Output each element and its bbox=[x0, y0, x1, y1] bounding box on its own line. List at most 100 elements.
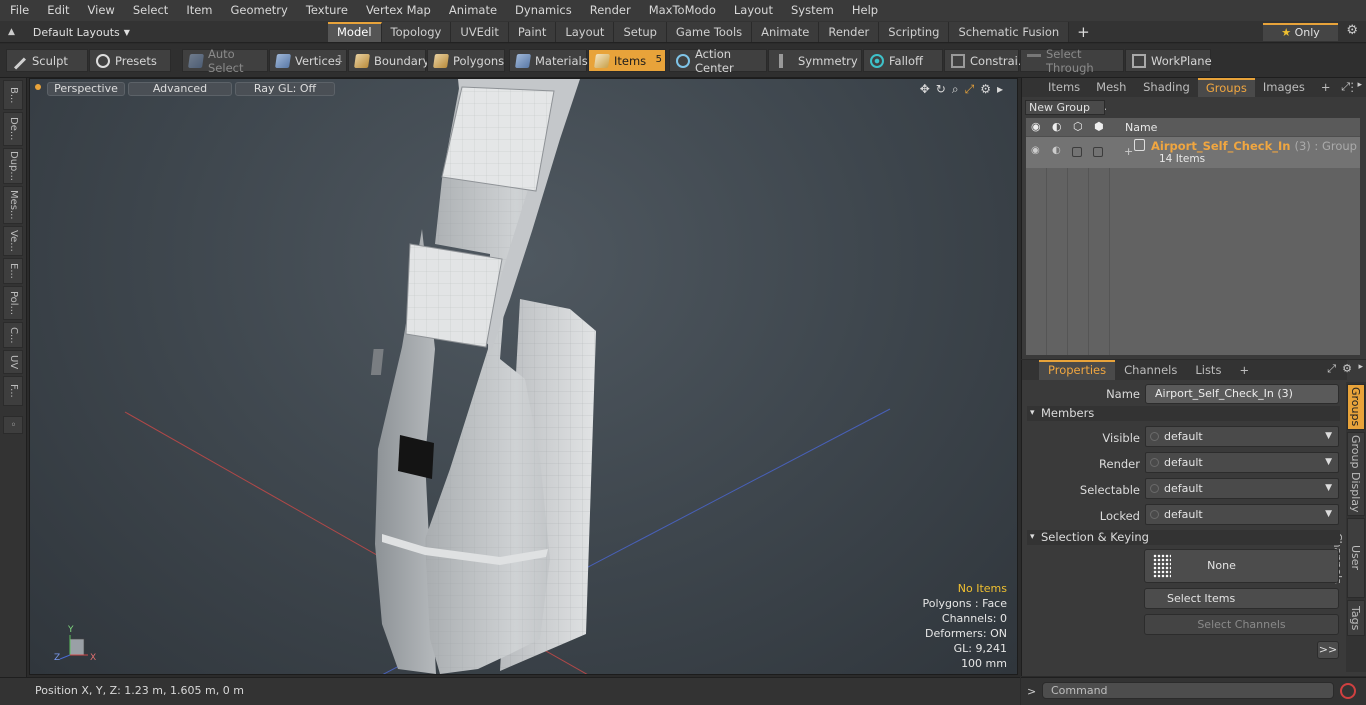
menu-item[interactable]: Item bbox=[176, 0, 220, 21]
side-tab-group-display[interactable]: Group Display bbox=[1347, 432, 1365, 516]
row-selectable-checkbox[interactable] bbox=[1072, 147, 1082, 157]
tab-render[interactable]: Render bbox=[819, 22, 880, 42]
fit-view-icon[interactable]: ⤢ bbox=[965, 82, 975, 97]
more-button[interactable]: >> bbox=[1317, 641, 1339, 659]
left-tab-vertex[interactable]: Ve... bbox=[3, 226, 23, 256]
tab-scripting[interactable]: Scripting bbox=[879, 22, 950, 42]
materials-button[interactable]: Materials bbox=[509, 49, 588, 72]
visibility-eye-icon[interactable]: ◉ bbox=[1031, 120, 1041, 133]
presets-button[interactable]: Presets bbox=[89, 49, 171, 72]
group-row[interactable]: ◉ ◐ + Airport_Self_Check_In (3) : Group … bbox=[1026, 137, 1360, 168]
tab-setup[interactable]: Setup bbox=[614, 22, 667, 42]
tab-images[interactable]: Images bbox=[1255, 78, 1313, 97]
zoom-view-icon[interactable]: ⌕ bbox=[952, 82, 959, 97]
left-tab-polygon[interactable]: Pol... bbox=[3, 286, 23, 320]
vertices-button[interactable]: Vertices 1 bbox=[269, 49, 347, 72]
boundary-button[interactable]: Boundary bbox=[348, 49, 429, 72]
move-view-icon[interactable]: ✥ bbox=[920, 82, 930, 97]
layout-selector[interactable]: ▲ Default Layouts ▼ bbox=[8, 23, 130, 41]
left-tab-uv[interactable]: UV bbox=[3, 350, 23, 374]
expand-group-icon[interactable]: + bbox=[1124, 145, 1133, 158]
left-tab-edge[interactable]: E... bbox=[3, 258, 23, 284]
viewport-more-icon[interactable]: ▸ bbox=[997, 82, 1003, 97]
none-button[interactable]: None bbox=[1144, 549, 1339, 583]
viewport-dot-icon[interactable] bbox=[35, 84, 41, 90]
perspective-button[interactable]: Perspective bbox=[47, 82, 125, 96]
menu-view[interactable]: View bbox=[78, 0, 123, 21]
tab-paint[interactable]: Paint bbox=[508, 22, 557, 42]
menu-layout[interactable]: Layout bbox=[724, 0, 781, 21]
only-toggle[interactable]: ★ Only bbox=[1263, 23, 1338, 41]
select-items-button[interactable]: Select Items bbox=[1144, 588, 1339, 609]
falloff-button[interactable]: Falloff bbox=[863, 49, 943, 72]
expand-panel-icon[interactable]: ⤢ bbox=[1341, 80, 1350, 94]
polygons-button[interactable]: Polygons bbox=[427, 49, 505, 72]
select-channels-button[interactable]: Select Channels bbox=[1144, 614, 1339, 635]
symmetry-button[interactable]: Symmetry bbox=[768, 49, 862, 72]
tab-lists[interactable]: Lists bbox=[1186, 360, 1230, 380]
menu-select[interactable]: Select bbox=[123, 0, 176, 21]
shading-advanced-button[interactable]: Advanced bbox=[128, 82, 232, 96]
gear-icon[interactable]: ⚙ bbox=[1346, 23, 1358, 38]
menu-geometry[interactable]: Geometry bbox=[221, 0, 296, 21]
command-input[interactable]: Command bbox=[1042, 682, 1334, 699]
tab-shading[interactable]: Shading bbox=[1135, 78, 1198, 97]
side-tab-groups[interactable]: Groups bbox=[1347, 384, 1365, 430]
collapse-up-icon[interactable]: ▲ bbox=[8, 27, 15, 37]
action-center-button[interactable]: Action Center bbox=[669, 47, 767, 75]
tab-animate[interactable]: Animate bbox=[752, 22, 820, 42]
record-macro-icon[interactable] bbox=[1340, 683, 1356, 699]
left-tab-basic[interactable]: B... bbox=[3, 80, 23, 110]
tab-channels[interactable]: Channels bbox=[1115, 360, 1186, 380]
menu-system[interactable]: System bbox=[781, 0, 842, 21]
members-section[interactable]: Members bbox=[1027, 406, 1340, 421]
side-tab-tags[interactable]: Tags bbox=[1347, 600, 1365, 636]
row-render-icon[interactable]: ◐ bbox=[1052, 145, 1061, 156]
locked-dropdown[interactable]: default ▼ bbox=[1145, 504, 1339, 525]
menu-maxtomodo[interactable]: MaxToModo bbox=[639, 0, 724, 21]
add-tab-icon[interactable]: + bbox=[1069, 22, 1098, 42]
auto-select-button[interactable]: Auto Select bbox=[182, 47, 268, 75]
visible-dropdown[interactable]: default ▼ bbox=[1145, 426, 1339, 447]
menu-edit[interactable]: Edit bbox=[37, 0, 77, 21]
add-properties-tab-icon[interactable]: + bbox=[1230, 360, 1258, 380]
tab-schematic-fusion[interactable]: Schematic Fusion bbox=[949, 22, 1070, 42]
constraints-button[interactable]: Constrai... bbox=[944, 49, 1029, 72]
rotate-view-icon[interactable]: ↻ bbox=[936, 82, 946, 97]
sculpt-button[interactable]: Sculpt bbox=[6, 49, 88, 72]
left-tab-deform[interactable]: De... bbox=[3, 112, 23, 146]
menu-dynamics[interactable]: Dynamics bbox=[505, 0, 580, 21]
expand-properties-icon[interactable]: ⤢ bbox=[1327, 362, 1336, 376]
tab-groups[interactable]: Groups bbox=[1197, 78, 1255, 97]
raygl-button[interactable]: Ray GL: Off bbox=[235, 82, 335, 96]
left-tab-curve[interactable]: C... bbox=[3, 322, 23, 348]
row-visibility-icon[interactable]: ◉ bbox=[1031, 145, 1040, 156]
name-column-header[interactable]: Name bbox=[1125, 121, 1157, 134]
tab-layout[interactable]: Layout bbox=[556, 22, 615, 42]
tab-topology[interactable]: Topology bbox=[381, 22, 452, 42]
new-group-button[interactable]: New Group bbox=[1025, 100, 1105, 115]
side-tab-user-channels[interactable]: User Channels bbox=[1331, 518, 1365, 598]
tab-items[interactable]: Items bbox=[1040, 78, 1088, 97]
properties-gear-icon[interactable]: ⚙ bbox=[1342, 362, 1352, 375]
render-column-icon[interactable]: ◐ bbox=[1052, 120, 1062, 133]
menu-help[interactable]: Help bbox=[842, 0, 886, 21]
menu-render[interactable]: Render bbox=[580, 0, 639, 21]
tab-mesh[interactable]: Mesh ... bbox=[1088, 78, 1135, 113]
tab-properties[interactable]: Properties bbox=[1039, 360, 1116, 380]
select-column-icon[interactable]: ⬡ bbox=[1073, 120, 1083, 133]
left-tab-mesh-edit[interactable]: Mes... bbox=[3, 186, 23, 224]
selectable-dropdown[interactable]: default ▼ bbox=[1145, 478, 1339, 499]
items-button[interactable]: Items 5 bbox=[588, 49, 666, 72]
menu-animate[interactable]: Animate bbox=[439, 0, 505, 21]
left-tab-fusion[interactable]: F... bbox=[3, 376, 23, 406]
name-field[interactable]: Airport_Self_Check_In (3) bbox=[1145, 384, 1339, 404]
left-tab-duplicate[interactable]: Dup... bbox=[3, 148, 23, 184]
panel-options-icon[interactable]: ▸ bbox=[1357, 80, 1362, 90]
properties-options-icon[interactable]: ▸ bbox=[1358, 362, 1363, 372]
tab-model[interactable]: Model bbox=[328, 22, 382, 42]
tab-uvedit[interactable]: UVEdit bbox=[451, 22, 509, 42]
viewport-settings-icon[interactable]: ⚙ bbox=[980, 82, 991, 97]
menu-texture[interactable]: Texture bbox=[296, 0, 356, 21]
row-locked-checkbox[interactable] bbox=[1093, 147, 1103, 157]
